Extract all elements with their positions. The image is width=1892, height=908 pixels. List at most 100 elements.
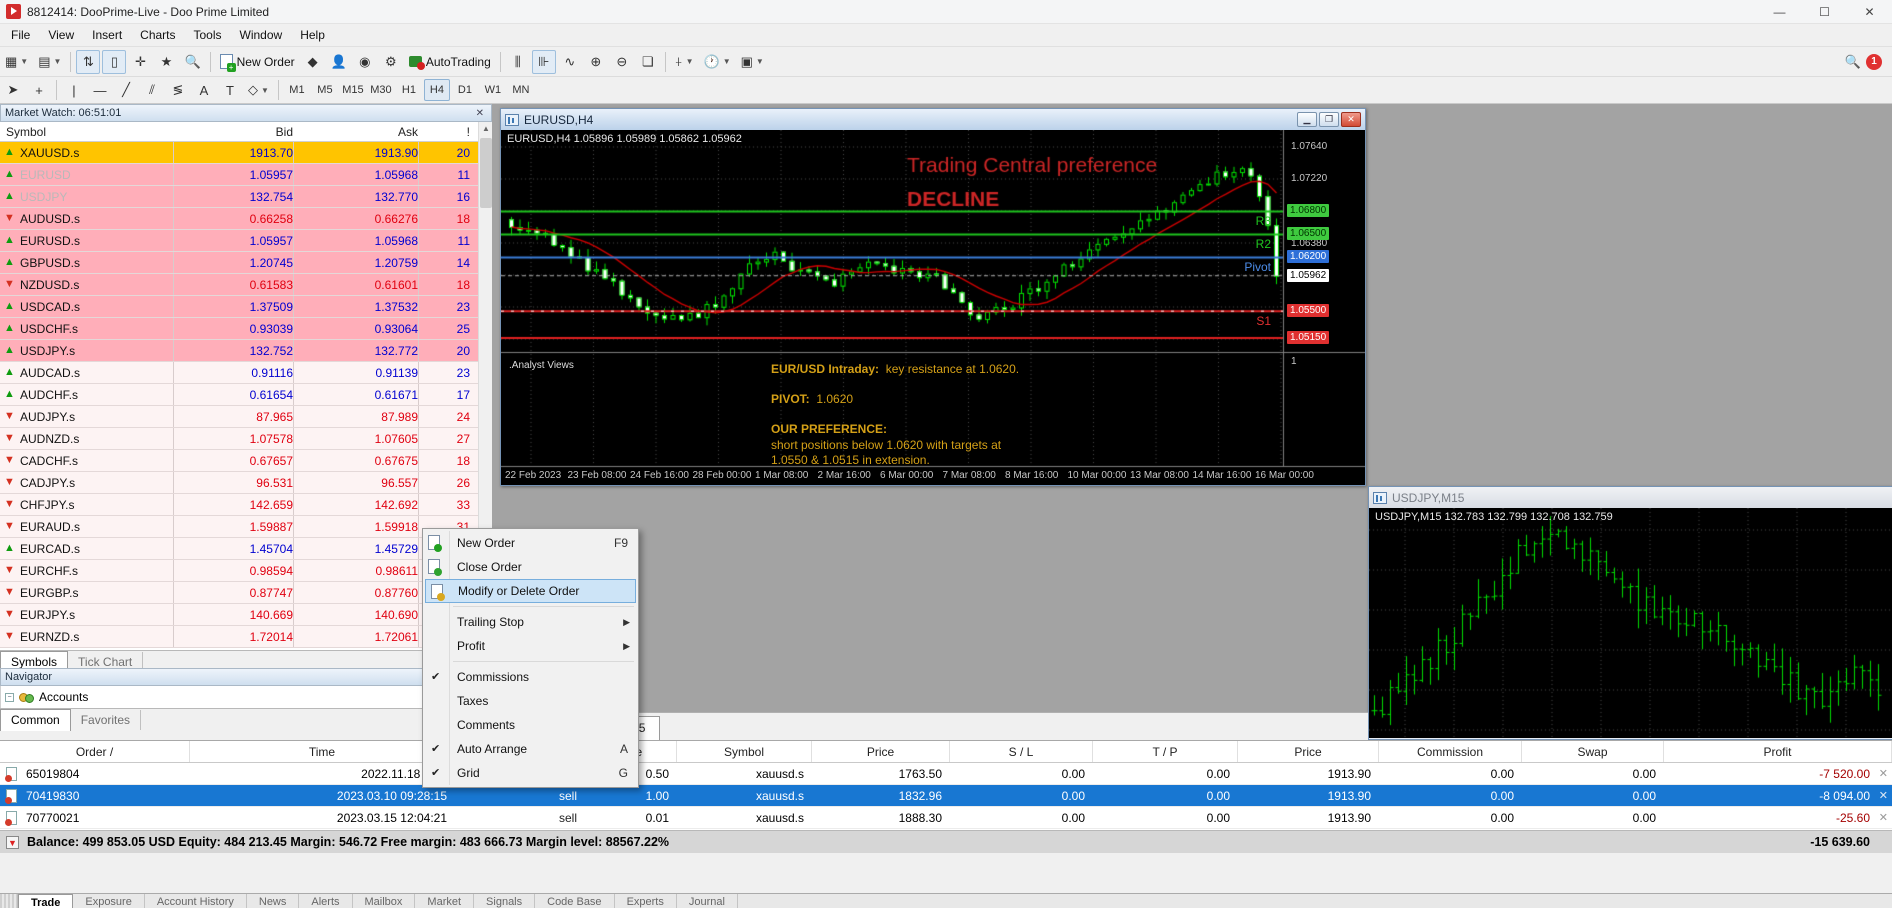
tab-common[interactable]: Common [0,709,71,731]
navigator-header[interactable]: Navigator ✕ [0,668,492,686]
options-gears-icon[interactable]: ⚙ [379,50,403,74]
market-watch-row-chfjpy.s[interactable]: ▼CHFJPY.s142.659142.69233 [0,494,478,516]
market-watch-row-cadjpy.s[interactable]: ▼CADJPY.s96.53196.55726 [0,472,478,494]
menu-item-comments[interactable]: Comments [423,713,638,737]
chart-bars-icon[interactable]: ⫼ [506,50,530,74]
search-icon[interactable]: 🔍 [1841,50,1865,74]
chart-usdjpy-titlebar[interactable]: USDJPY,M15 [1369,487,1892,508]
vertical-line-icon[interactable]: | [62,78,86,102]
menu-insert[interactable]: Insert [83,25,131,45]
minimize-button[interactable]: — [1757,0,1802,24]
autotrading-button[interactable]: AutoTrading [405,50,495,74]
market-watch-icon[interactable]: ⇅ [76,50,100,74]
market-watch-row-audusd.s[interactable]: ▼AUDUSD.s0.662580.6627618 [0,208,478,230]
terminal-column-commission[interactable]: Commission [1379,741,1522,762]
terminal-tab-experts[interactable]: Experts [615,894,677,908]
chart-candles-icon[interactable]: ⊪ [532,50,556,74]
market-watch-row-audcad.s[interactable]: ▲AUDCAD.s0.911160.9113923 [0,362,478,384]
timeframe-m5[interactable]: M5 [312,79,338,101]
new-order-button[interactable]: +New Order [216,50,299,74]
drag-grip[interactable] [0,894,18,908]
chart-minimize-button[interactable]: ▁ [1297,112,1317,127]
market-watch-row-eurusd[interactable]: ▲EURUSD1.059571.0596811 [0,164,478,186]
title-bar[interactable]: 8812414: DooPrime-Live - Doo Prime Limit… [0,0,1892,24]
terminal-column-price[interactable]: Price [1238,741,1379,762]
scroll-up-icon[interactable]: ▲ [479,122,493,136]
chart-usdjpy-area[interactable]: USDJPY,M15 132.783 132.799 132.708 132.7… [1369,508,1892,738]
market-watch-row-eurchf.s[interactable]: ▼EURCHF.s0.985940.9861117 [0,560,478,582]
navigator-accounts-node[interactable]: − Accounts [1,686,492,708]
market-watch-row-usdjpy.s[interactable]: ▲USDJPY.s132.752132.77220 [0,340,478,362]
chart-usdjpy-canvas[interactable] [1369,508,1892,738]
timeframe-w1[interactable]: W1 [480,79,506,101]
fibonacci-icon[interactable]: ≶ [166,78,190,102]
cursor-icon[interactable]: ➤ [1,78,25,102]
terminal-tab-code-base[interactable]: Code Base [535,894,614,908]
horizontal-line-icon[interactable]: — [88,78,112,102]
market-watch-header[interactable]: Market Watch: 06:51:01 ✕ [0,104,492,122]
new-chart-icon[interactable]: ▦▼ [1,50,32,74]
close-position-icon[interactable]: ✕ [1879,807,1888,828]
label-icon[interactable]: T [218,78,242,102]
timeframe-h1[interactable]: H1 [396,79,422,101]
menu-item-modify-or-delete-order[interactable]: Modify or Delete Order [425,579,636,603]
close-button[interactable]: ✕ [1847,0,1892,24]
market-watch-row-eurusd.s[interactable]: ▲EURUSD.s1.059571.0596811 [0,230,478,252]
menu-item-trailing-stop[interactable]: Trailing Stop▶ [423,610,638,634]
profiles-icon[interactable]: ▤▼ [34,50,65,74]
periods-icon[interactable]: 🕐▼ [700,50,735,74]
terminal-tab-mailbox[interactable]: Mailbox [353,894,416,908]
market-watch-row-usdchf.s[interactable]: ▲USDCHF.s0.930390.9306425 [0,318,478,340]
market-watch-row-usdjpy[interactable]: ▲USDJPY132.754132.77016 [0,186,478,208]
market-watch-row-audnzd.s[interactable]: ▼AUDNZD.s1.075781.0760527 [0,428,478,450]
timeframe-m30[interactable]: M30 [368,79,394,101]
terminal-tab-account-history[interactable]: Account History [145,894,247,908]
tile-windows-icon[interactable]: ❏ [636,50,660,74]
order-row-70770021[interactable]: 707700212023.03.15 12:04:21sell0.01xauus… [0,807,1892,829]
terminal-column-symbol[interactable]: Symbol [677,741,812,762]
market-watch-row-audjpy.s[interactable]: ▼AUDJPY.s87.96587.98924 [0,406,478,428]
chart-eurusd-titlebar[interactable]: EURUSD,H4 ▁ ❐ ✕ [501,109,1365,130]
column-header-ask[interactable]: Ask [398,125,418,139]
market-watch-row-cadchf.s[interactable]: ▼CADCHF.s0.676570.6767518 [0,450,478,472]
terminal-column-price[interactable]: Price [812,741,950,762]
scrollbar-thumb[interactable] [480,138,492,208]
notification-badge[interactable]: 1 [1866,54,1882,70]
menu-window[interactable]: Window [231,25,292,45]
trendline-icon[interactable]: ╱ [114,78,138,102]
terminal-tab-market[interactable]: Market [415,894,474,908]
menu-item-close-order[interactable]: Close Order [423,555,638,579]
column-header-spread[interactable]: ! [467,125,470,139]
market-watch-row-eurjpy.s[interactable]: ▼EURJPY.s140.669140.69021 [0,604,478,626]
timeframe-m1[interactable]: M1 [284,79,310,101]
terminal-column-order[interactable]: Order / [0,741,190,762]
timeframe-m15[interactable]: M15 [340,79,366,101]
chart-close-button[interactable]: ✕ [1341,112,1361,127]
terminal-column-swap[interactable]: Swap [1522,741,1664,762]
favorites-icon[interactable]: ★ [154,50,178,74]
menu-item-profit[interactable]: Profit▶ [423,634,638,658]
signals-icon[interactable]: ◉ [353,50,377,74]
timeframe-d1[interactable]: D1 [452,79,478,101]
terminal-tab-news[interactable]: News [247,894,300,908]
shapes-icon[interactable]: ◇▼ [244,78,273,102]
menu-tools[interactable]: Tools [185,25,231,45]
crosshair-icon[interactable]: + [27,78,51,102]
menu-item-auto-arrange[interactable]: ✔Auto ArrangeA [423,737,638,761]
terminal-tab-journal[interactable]: Journal [677,894,738,908]
market-watch-row-audchf.s[interactable]: ▲AUDCHF.s0.616540.6167117 [0,384,478,406]
chart-line-icon[interactable]: ∿ [558,50,582,74]
column-header-bid[interactable]: Bid [276,125,293,139]
terminal-column-sl[interactable]: S / L [950,741,1093,762]
maximize-button[interactable]: ☐ [1802,0,1847,24]
market-watch-row-eurgbp.s[interactable]: ▼EURGBP.s0.877470.8776013 [0,582,478,604]
close-position-icon[interactable]: ✕ [1879,763,1888,784]
menu-item-grid[interactable]: ✔GridG [423,761,638,785]
text-icon[interactable]: A [192,78,216,102]
menu-charts[interactable]: Charts [131,25,184,45]
market-watch-close-icon[interactable]: ✕ [473,108,487,119]
terminal-column-tp[interactable]: T / P [1093,741,1238,762]
navigator-icon[interactable]: ✛ [128,50,152,74]
terminal-tab-alerts[interactable]: Alerts [299,894,352,908]
zoom-in-icon[interactable]: ⊕ [584,50,608,74]
